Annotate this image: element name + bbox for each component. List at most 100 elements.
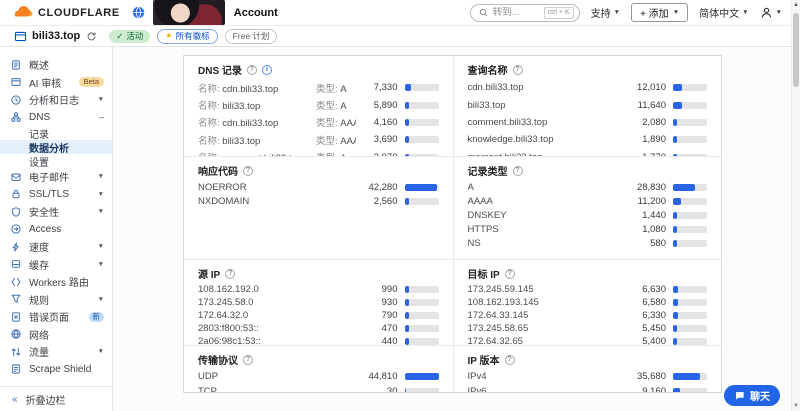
search-input[interactable] <box>492 7 539 18</box>
help-icon[interactable]: ? <box>243 354 253 365</box>
sidebar-item-email[interactable]: 电子邮件 ▼ <box>0 168 112 186</box>
help-icon[interactable]: ? <box>243 165 253 176</box>
sidebar-item-error-pages[interactable]: 错误页面新 <box>0 308 112 326</box>
table-row: 173.245.58.0 930 <box>198 296 439 309</box>
top-header: CLOUDFLARE Account ctrl + K 支持 ▼ + 添加 ▼ … <box>0 0 800 26</box>
cache-icon <box>10 258 23 270</box>
scroll-down-icon[interactable]: ▼ <box>793 403 799 409</box>
overview-icon <box>10 59 23 71</box>
chevron-down-icon: ▼ <box>97 295 104 303</box>
metric-bar <box>404 286 439 293</box>
add-button[interactable]: + 添加 ▼ <box>631 3 689 22</box>
metric-value: 1,890 <box>642 134 666 146</box>
metric-bar <box>673 299 707 306</box>
scrollbar-thumb[interactable] <box>793 13 799 87</box>
speed-icon <box>10 241 23 253</box>
table-row: bili33.top 11,640 <box>468 96 707 113</box>
metric-value: 42,280 <box>368 181 398 193</box>
site-window-icon <box>14 30 27 43</box>
chevron-down-icon: ▼ <box>97 208 104 216</box>
table-row: NS 580 <box>468 236 707 250</box>
chevron-down-icon: ▼ <box>97 173 104 181</box>
analytics-icon <box>10 94 23 106</box>
support-menu[interactable]: 支持 ▼ <box>591 5 620 20</box>
sidebar-item-dns-records[interactable]: 记录 <box>0 126 112 141</box>
badges-badge[interactable]: ★ 所有徽标 <box>157 28 218 44</box>
help-icon[interactable]: ? <box>512 64 523 75</box>
metric-bar <box>404 388 439 392</box>
metric-value: 5,450 <box>642 323 666 334</box>
sidebar-item-dns-settings[interactable]: 设置 <box>0 154 112 169</box>
help-icon[interactable]: ? <box>504 354 515 365</box>
sidebar-item-ssl-tls[interactable]: SSL/TLS ▼ <box>0 186 112 204</box>
chevron-down-icon: ▼ <box>672 9 680 16</box>
ai-audit-badge: Beta <box>78 77 104 88</box>
metric-value: 6,580 <box>642 297 666 308</box>
metric-bar <box>404 183 439 191</box>
sidebar-item-ai-audit[interactable]: AI 审核 Beta <box>0 74 112 92</box>
table-row: 108.162.192.0 990 <box>198 283 439 296</box>
globe-icon[interactable] <box>132 6 145 19</box>
metric-value: 11,640 <box>637 99 666 111</box>
metric-bar <box>673 183 707 191</box>
metric-bar <box>404 101 439 109</box>
sidebar-item-access[interactable]: Access <box>0 221 112 239</box>
sidebar-item-dns[interactable]: DNS – <box>0 109 112 127</box>
zone-bar: bili33.top ✓ 活动 ★ 所有徽标 Free 计划 <box>0 26 800 47</box>
metric-value: 9,160 <box>642 386 666 392</box>
metric-value: 44,810 <box>368 371 398 382</box>
info-icon[interactable]: i <box>261 64 272 75</box>
table-row: IPv6 9,160 <box>468 384 707 392</box>
sidebar-item-workers-routes[interactable]: Workers 路由 <box>0 273 112 291</box>
sidebar-item-rules[interactable]: 规则 ▼ <box>0 291 112 309</box>
panel-title: DNS 记录? i <box>198 63 439 77</box>
metric-bar <box>404 338 439 345</box>
help-icon[interactable]: ? <box>504 268 515 279</box>
help-icon[interactable]: ? <box>225 268 236 279</box>
help-icon[interactable]: ? <box>512 165 523 176</box>
sidebar-item-caching[interactable]: 缓存 ▼ <box>0 256 112 274</box>
search-icon <box>479 8 488 17</box>
table-row: 172.64.32.0 790 <box>198 309 439 322</box>
account-label[interactable]: Account <box>234 7 278 19</box>
global-search[interactable]: ctrl + K <box>469 3 580 22</box>
table-row: 2803:f800:53:: 470 <box>198 322 439 335</box>
refresh-icon[interactable] <box>86 31 97 42</box>
metric-value: 28,830 <box>636 181 666 193</box>
sidebar-item-speed[interactable]: 速度 ▼ <box>0 238 112 256</box>
scrape-icon <box>10 363 23 375</box>
metric-bar <box>673 197 707 205</box>
avatar[interactable] <box>152 0 225 25</box>
sidebar-item-dns-analytics[interactable]: 数据分析 <box>0 140 112 155</box>
metric-value: 35,680 <box>636 371 666 382</box>
chevron-down-icon: ▼ <box>97 243 104 251</box>
sidebar-item-scrape-shield[interactable]: Scrape Shield <box>0 361 112 379</box>
dns-icon <box>10 111 23 123</box>
chat-button[interactable]: 聊天 <box>724 385 780 406</box>
table-row: AAAA 11,200 <box>468 194 707 208</box>
page-scrollbar[interactable]: ▲ ▼ <box>791 0 800 411</box>
search-shortcut: ctrl + K <box>543 6 574 19</box>
sidebar-item-traffic[interactable]: 流量 ▼ <box>0 343 112 361</box>
metric-bar <box>673 388 707 392</box>
cloudflare-logo[interactable]: CLOUDFLARE <box>10 6 120 19</box>
scroll-up-icon[interactable]: ▲ <box>793 2 799 8</box>
metric-value: 440 <box>381 336 398 345</box>
table-row: 2a06:98c1:53:: 440 <box>198 335 439 345</box>
language-menu[interactable]: 简体中文 ▼ <box>699 5 748 20</box>
sidebar-item-security[interactable]: 安全性 ▼ <box>0 203 112 221</box>
sidebar-item-network[interactable]: 网络 <box>0 326 112 344</box>
panel-title: 查询名称? <box>468 63 708 77</box>
panel-3: 记录类型? A 28,830 AAAA 11,200 DNSKEY 1,440 HTTPS 1,… <box>452 156 721 259</box>
zone-domain[interactable]: bili33.top <box>32 30 80 42</box>
check-icon: ✓ <box>116 31 124 41</box>
metric-value: 1,440 <box>642 209 666 221</box>
sidebar-item-overview[interactable]: 概述 <box>0 56 112 74</box>
sidebar-nav: 概述 AI 审核 Beta 分析和日志 ▼ DNS – 记录 数据分析 设置 电子邮件 ▼ SSL/TL… <box>0 56 112 386</box>
dns-analytics-card: DNS 记录? i 名称: cdn.bili33.top 类型: A 7,330 名称: … <box>183 55 722 393</box>
error-icon <box>10 311 23 323</box>
user-menu[interactable]: ▼ <box>760 6 782 19</box>
help-icon[interactable]: ? <box>246 64 257 75</box>
sidebar-item-analytics-logs[interactable]: 分析和日志 ▼ <box>0 91 112 109</box>
collapse-sidebar-button[interactable]: « 折叠边栏 <box>0 386 112 411</box>
